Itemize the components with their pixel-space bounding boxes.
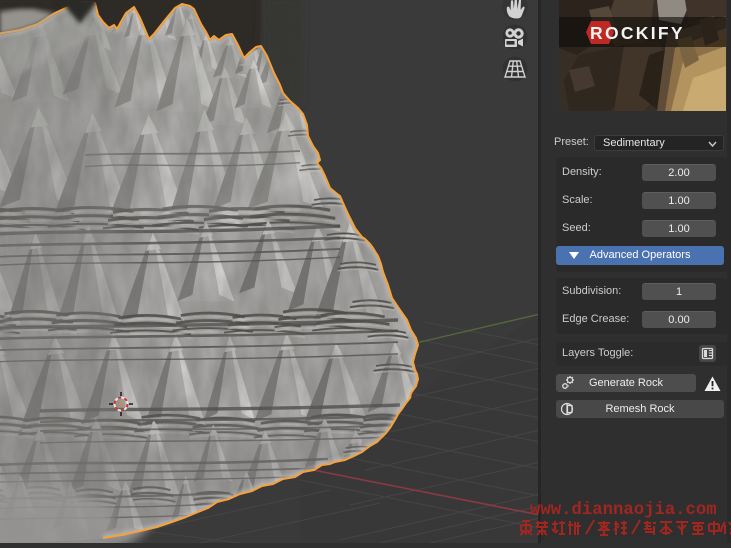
svg-text:ROCKIFY: ROCKIFY (590, 23, 685, 43)
